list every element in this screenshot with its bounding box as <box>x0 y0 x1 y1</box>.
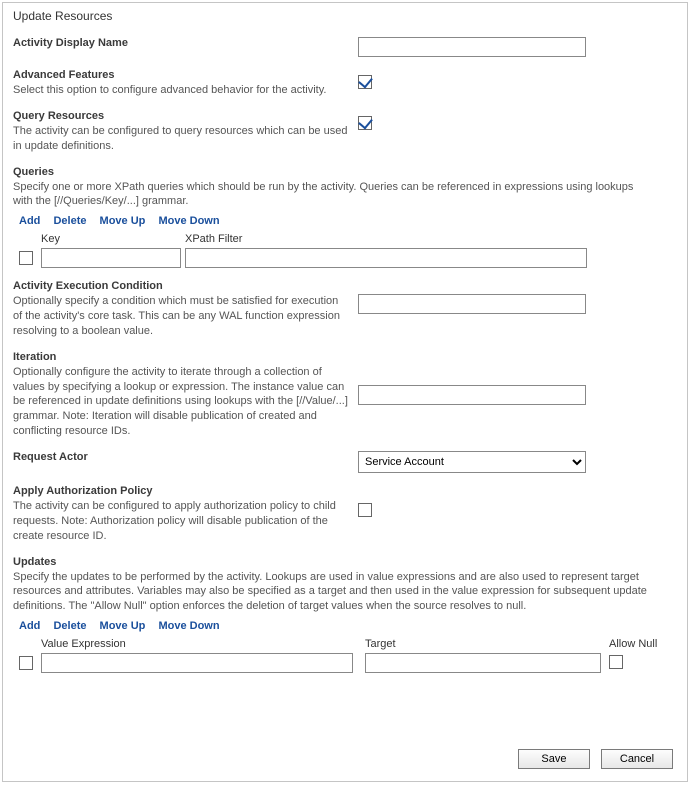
advanced-features-desc: Select this option to configure advanced… <box>13 83 348 98</box>
queries-header-key: Key <box>41 233 185 245</box>
apply-auth-policy-section: Apply Authorization Policy The activity … <box>13 485 677 544</box>
queries-desc: Specify one or more XPath queries which … <box>13 180 653 210</box>
updates-header-allownull: Allow Null <box>609 638 671 650</box>
updates-header-target: Target <box>365 638 605 650</box>
queries-row-select-checkbox[interactable] <box>19 251 33 265</box>
activity-exec-condition-input[interactable] <box>358 294 586 314</box>
query-resources-label: Query Resources <box>13 110 348 122</box>
updates-row-target-input[interactable] <box>365 653 601 673</box>
activity-display-name-section: Activity Display Name <box>13 37 677 57</box>
activity-exec-condition-desc: Optionally specify a condition which mus… <box>13 294 348 339</box>
panel-title: Update Resources <box>13 9 677 23</box>
queries-label: Queries <box>13 166 677 178</box>
updates-delete-link[interactable]: Delete <box>53 620 86 632</box>
queries-section: Queries Specify one or more XPath querie… <box>13 166 677 269</box>
queries-row-key-input[interactable] <box>41 248 181 268</box>
updates-row-select-checkbox[interactable] <box>19 656 33 670</box>
request-actor-section: Request Actor Service Account <box>13 451 677 473</box>
queries-add-link[interactable]: Add <box>19 215 40 227</box>
queries-grid-row <box>19 248 677 268</box>
query-resources-checkbox[interactable] <box>358 116 372 130</box>
updates-movedown-link[interactable]: Move Down <box>158 620 219 632</box>
advanced-features-label: Advanced Features <box>13 69 348 81</box>
queries-moveup-link[interactable]: Move Up <box>100 215 146 227</box>
queries-row-xpath-input[interactable] <box>185 248 587 268</box>
queries-header-xpath: XPath Filter <box>185 233 677 245</box>
cancel-button[interactable]: Cancel <box>601 749 673 769</box>
activity-exec-condition-section: Activity Execution Condition Optionally … <box>13 280 677 339</box>
advanced-features-section: Advanced Features Select this option to … <box>13 69 677 98</box>
updates-section: Updates Specify the updates to be perfor… <box>13 556 677 674</box>
iteration-input[interactable] <box>358 385 586 405</box>
updates-grid-row <box>19 653 677 673</box>
request-actor-label: Request Actor <box>13 451 348 463</box>
save-button[interactable]: Save <box>518 749 590 769</box>
request-actor-select[interactable]: Service Account <box>358 451 586 473</box>
updates-desc: Specify the updates to be performed by t… <box>13 570 653 615</box>
updates-moveup-link[interactable]: Move Up <box>100 620 146 632</box>
activity-display-name-input[interactable] <box>358 37 586 57</box>
updates-grid-header: Value Expression Target Allow Null <box>19 638 677 650</box>
query-resources-section: Query Resources The activity can be conf… <box>13 110 677 154</box>
queries-grid-header: Key XPath Filter <box>19 233 677 245</box>
iteration-label: Iteration <box>13 351 348 363</box>
queries-delete-link[interactable]: Delete <box>53 215 86 227</box>
apply-auth-policy-desc: The activity can be configured to apply … <box>13 499 348 544</box>
update-resources-panel: Update Resources Activity Display Name A… <box>2 2 688 782</box>
updates-add-link[interactable]: Add <box>19 620 40 632</box>
queries-movedown-link[interactable]: Move Down <box>158 215 219 227</box>
query-resources-desc: The activity can be configured to query … <box>13 124 348 154</box>
updates-header-valueexpr: Value Expression <box>41 638 357 650</box>
iteration-desc: Optionally configure the activity to ite… <box>13 365 348 439</box>
updates-row-valueexpr-input[interactable] <box>41 653 353 673</box>
advanced-features-checkbox[interactable] <box>358 75 372 89</box>
button-row: Save Cancel <box>510 749 673 769</box>
apply-auth-policy-label: Apply Authorization Policy <box>13 485 348 497</box>
iteration-section: Iteration Optionally configure the activ… <box>13 351 677 439</box>
updates-row-allownull-checkbox[interactable] <box>609 655 623 669</box>
queries-actions: Add Delete Move Up Move Down <box>19 215 677 227</box>
activity-exec-condition-label: Activity Execution Condition <box>13 280 348 292</box>
updates-actions: Add Delete Move Up Move Down <box>19 620 677 632</box>
apply-auth-policy-checkbox[interactable] <box>358 503 372 517</box>
updates-label: Updates <box>13 556 677 568</box>
activity-display-name-label: Activity Display Name <box>13 37 348 49</box>
